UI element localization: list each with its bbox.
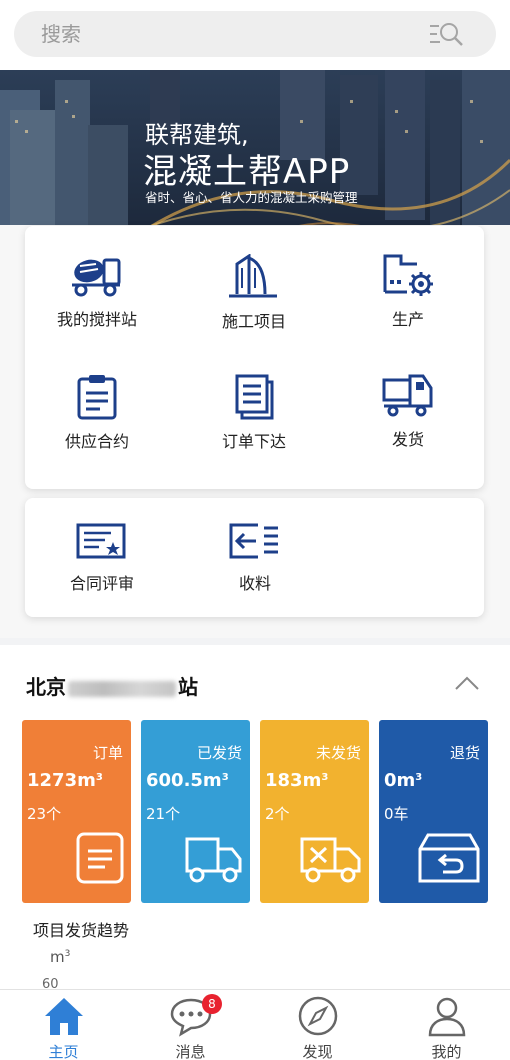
stat-count: 21个: [146, 805, 181, 823]
station-name[interactable]: 北京 站: [26, 671, 198, 700]
function-grid-card: 我的搅拌站 施工项目 生产 供应合约 订单下达 发货: [25, 226, 484, 489]
stat-card-shipped[interactable]: 已发货 600.5m3 21个: [141, 720, 250, 903]
search-bar[interactable]: 搜索: [14, 11, 496, 57]
stat-card-orders[interactable]: 订单 1273m3 23个: [22, 720, 131, 903]
user-icon: [428, 997, 465, 1037]
chevron-up-icon[interactable]: [454, 675, 480, 691]
unread-badge: 8: [202, 994, 222, 1014]
station-suffix: 站: [178, 675, 198, 699]
truck-icon: [185, 837, 242, 883]
func-production[interactable]: 生产: [338, 252, 478, 330]
nav-messages[interactable]: 8 消息: [127, 990, 254, 1060]
func-label: 供应合约: [64, 432, 129, 451]
building-icon: [229, 254, 277, 298]
func-label: 我的搅拌站: [56, 310, 137, 329]
redacted-text: [68, 680, 176, 697]
stat-amount: 600.5m3: [146, 770, 229, 791]
func-receive-material[interactable]: 收料: [185, 522, 325, 594]
station-section: 北京 站 订单 1273m3 23个 已发货 600.5m3 21个 未发货 18…: [0, 645, 510, 992]
document-list-icon: [235, 374, 274, 420]
delivery-truck-icon: [382, 374, 433, 417]
stat-amount: 0m3: [384, 770, 423, 791]
order-doc-icon: [76, 832, 124, 884]
factory-gear-icon: [383, 254, 433, 296]
clipboard-icon: [77, 375, 117, 420]
search-filter-icon[interactable]: [428, 21, 466, 47]
func-contract-review[interactable]: 合同评审: [32, 522, 172, 594]
station-prefix: 北京: [26, 675, 66, 699]
top-bar: 搜索: [0, 0, 510, 70]
certificate-icon: [76, 523, 126, 559]
nav-profile[interactable]: 我的: [383, 990, 510, 1060]
func-place-order[interactable]: 订单下达: [184, 374, 324, 452]
stat-count: 23个: [27, 805, 62, 823]
func-label: 生产: [391, 310, 424, 329]
mixer-truck-icon: [72, 258, 121, 297]
banner-slogan: 省时、省心、省人力的混凝土采购管理: [145, 190, 358, 205]
truck-x-icon: [300, 837, 361, 883]
func-label: 合同评审: [69, 574, 134, 593]
stat-label: 已发货: [196, 744, 242, 762]
stat-label: 订单: [92, 744, 123, 762]
nav-discover[interactable]: 发现: [254, 990, 381, 1060]
stat-count: 2个: [265, 805, 290, 823]
return-box-icon: [418, 833, 480, 883]
receive-arrow-icon: [229, 523, 278, 559]
nav-home[interactable]: 主页: [0, 990, 127, 1060]
nav-label: 消息: [175, 1043, 206, 1060]
func-label: 收料: [238, 574, 271, 593]
func-shipping[interactable]: 发货: [338, 372, 478, 450]
stat-card-unshipped[interactable]: 未发货 183m3 2个: [260, 720, 369, 903]
func-construction-project[interactable]: 施工项目: [184, 254, 324, 332]
func-label: 发货: [391, 430, 424, 449]
func-label: 施工项目: [221, 312, 286, 331]
promo-banner[interactable]: 联帮建筑, 混凝土帮APP 省时、省心、省人力的混凝土采购管理: [0, 70, 510, 248]
stat-label: 退货: [449, 744, 480, 762]
home-icon: [44, 998, 83, 1035]
func-supply-contract[interactable]: 供应合约: [27, 374, 167, 452]
func-mixing-station[interactable]: 我的搅拌站: [27, 252, 167, 330]
stat-amount: 183m3: [265, 770, 329, 791]
function-row-card: 合同评审 收料: [25, 498, 484, 617]
app-screen: 搜索 联帮建筑, 混凝土帮APP 省时、省心、省人力的混凝土采购管理 我的搅拌站…: [0, 0, 510, 1060]
bottom-nav: 主页 8 消息 发现 我的: [0, 989, 510, 1060]
stat-card-returns[interactable]: 退货 0m3 0车: [379, 720, 488, 903]
func-label: 订单下达: [221, 432, 286, 451]
stat-label: 未发货: [315, 744, 361, 762]
nav-label: 主页: [48, 1043, 79, 1060]
nav-label: 我的: [431, 1043, 462, 1060]
compass-icon: [298, 996, 337, 1036]
stat-count: 0车: [384, 805, 409, 823]
nav-label: 发现: [302, 1043, 333, 1060]
banner-title: 混凝土帮APP: [143, 152, 351, 192]
stat-amount: 1273m3: [27, 770, 103, 791]
trend-unit: m3: [50, 948, 71, 966]
search-placeholder: 搜索: [41, 22, 81, 46]
trend-title: 项目发货趋势: [33, 921, 130, 940]
